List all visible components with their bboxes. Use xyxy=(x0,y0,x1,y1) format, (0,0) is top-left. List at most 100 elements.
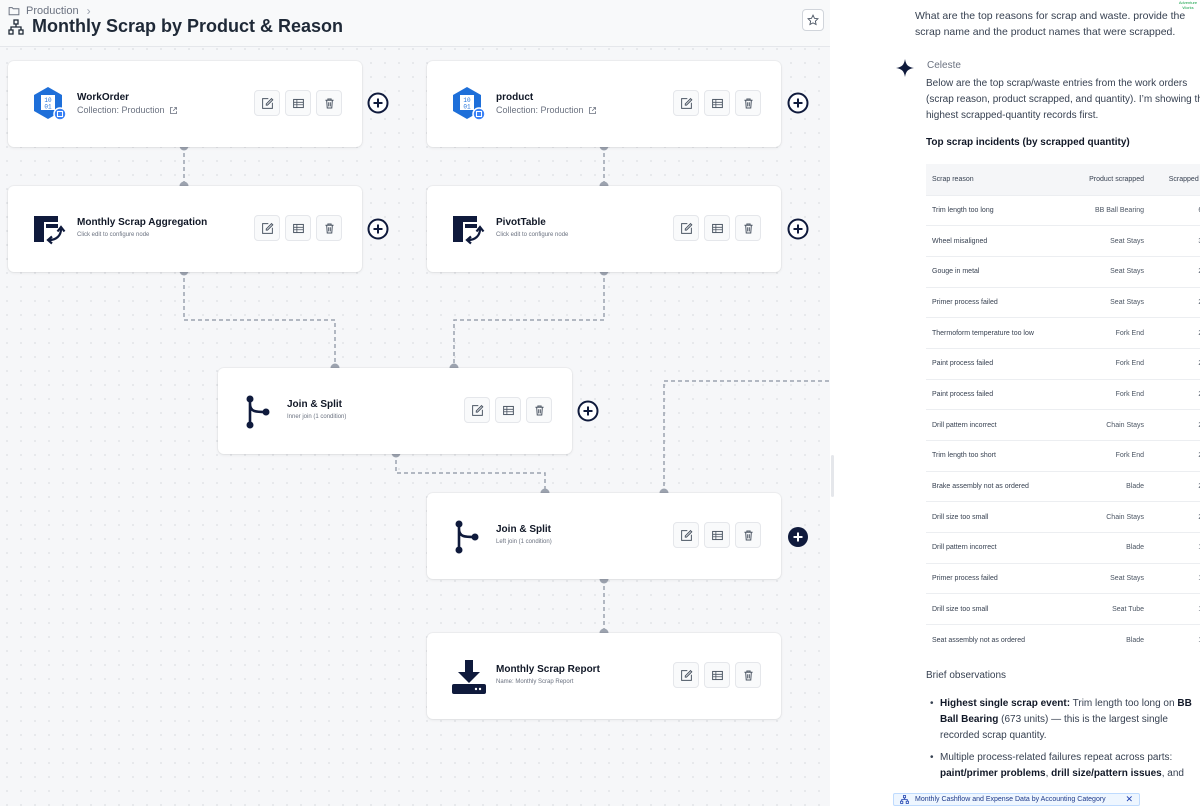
table-row: Drill size too smallSeat Tube180 xyxy=(926,593,1200,625)
table-cell-qty: 270 xyxy=(1150,317,1200,349)
external-link-icon[interactable] xyxy=(588,106,597,115)
table-row: Brake assembly not as orderedBlade203 xyxy=(926,470,1200,502)
table-icon xyxy=(711,530,723,540)
table-cell-qty: 180 xyxy=(1150,593,1200,625)
edit-button[interactable] xyxy=(464,397,490,423)
edit-button[interactable] xyxy=(673,215,699,241)
node-text: Join & Split Inner join (1 condition) xyxy=(287,399,346,420)
panel-resize-handle[interactable] xyxy=(831,455,834,497)
table-row: Drill pattern incorrectBlade197 xyxy=(926,532,1200,564)
table-row: Drill pattern incorrectChain Stays241 xyxy=(926,409,1200,441)
table-view-button[interactable] xyxy=(704,215,730,241)
table-cell-qty: 239 xyxy=(1150,440,1200,472)
node-title: Join & Split xyxy=(496,524,551,535)
assistant-header: Celeste xyxy=(895,58,961,78)
node-subtitle: Name: Monthly Scrap Report xyxy=(496,679,574,685)
node-aggregation[interactable]: Monthly Scrap Aggregation Click edit to … xyxy=(8,186,362,272)
table-cell-product: Chain Stays xyxy=(1067,409,1150,441)
edit-icon xyxy=(680,222,692,234)
table-view-button[interactable] xyxy=(704,90,730,116)
node-title: Monthly Scrap Report xyxy=(496,664,600,675)
node-workorder[interactable]: 10 01 WorkOrder Collection: Production xyxy=(8,61,362,147)
node-actions xyxy=(673,662,761,688)
edit-button[interactable] xyxy=(673,90,699,116)
edit-icon xyxy=(471,404,483,416)
edit-icon xyxy=(680,529,692,541)
add-node-button[interactable] xyxy=(577,400,599,422)
node-subtitle: Inner join (1 condition) xyxy=(287,414,347,420)
table-row: Paint process failedFork End260 xyxy=(926,378,1200,410)
table-view-button[interactable] xyxy=(285,90,311,116)
table-cell-qty: 203 xyxy=(1150,470,1200,502)
node-title: Join & Split xyxy=(287,399,342,410)
close-icon[interactable]: ✕ xyxy=(1125,794,1133,805)
delete-button[interactable] xyxy=(316,215,342,241)
list-item: Multiple process-related failures repeat… xyxy=(930,750,1200,782)
edge-aggregation-join1 xyxy=(183,271,336,368)
node-actions xyxy=(464,397,552,423)
node-join-left[interactable]: Join & Split Left join (1 condition) xyxy=(427,493,781,579)
plus-circle-icon xyxy=(367,218,389,240)
transform-table-icon xyxy=(453,216,485,245)
trash-icon xyxy=(324,98,334,108)
delete-button[interactable] xyxy=(735,662,761,688)
delete-button[interactable] xyxy=(735,215,761,241)
favorite-button[interactable] xyxy=(802,9,824,31)
add-node-button[interactable] xyxy=(787,218,809,240)
node-product[interactable]: 10 01 product Collection: Production xyxy=(427,61,781,147)
table-cell-qty: 269 xyxy=(1150,347,1200,380)
node-actions xyxy=(673,215,761,241)
table-cell-reason: Wheel misaligned xyxy=(926,225,1068,257)
observations-title: Brief observations xyxy=(926,670,1007,681)
table-title: Top scrap incidents (by scrapped quantit… xyxy=(926,137,1130,148)
delete-button[interactable] xyxy=(735,522,761,548)
external-link-icon[interactable] xyxy=(169,106,178,115)
context-chip[interactable]: Monthly Cashflow and Expense Data by Acc… xyxy=(893,793,1140,806)
node-actions xyxy=(673,90,761,116)
edit-icon xyxy=(261,222,273,234)
table-view-button[interactable] xyxy=(285,215,311,241)
table-view-button[interactable] xyxy=(704,522,730,548)
table-view-button[interactable] xyxy=(495,397,521,423)
pipeline-canvas[interactable]: Production › Monthly Scrap by Product & … xyxy=(0,0,830,806)
sparkle-icon xyxy=(896,59,914,77)
add-node-button[interactable] xyxy=(787,92,809,114)
node-text: Monthly Scrap Aggregation Click edit to … xyxy=(77,217,207,238)
node-join-inner[interactable]: Join & Split Inner join (1 condition) xyxy=(218,368,572,454)
edit-icon xyxy=(261,97,273,109)
table-row: Wheel misalignedSeat Stays314 xyxy=(926,225,1200,257)
table-row: Drill size too smallChain Stays202 xyxy=(926,501,1200,533)
table-cell-product: Blade xyxy=(1067,470,1150,502)
delete-button[interactable] xyxy=(735,90,761,116)
table-row: Thermoform temperature too lowFork End27… xyxy=(926,317,1200,349)
table-cell-reason: Trim length too long xyxy=(926,194,1068,226)
chat-panel: Adventure Works What are the top reasons… xyxy=(885,0,1200,806)
add-node-button[interactable] xyxy=(367,218,389,240)
edit-button[interactable] xyxy=(254,215,280,241)
add-node-button-active[interactable] xyxy=(787,526,809,548)
page-title: Monthly Scrap by Product & Reason xyxy=(32,16,344,36)
observations-list: Highest single scrap event: Trim length … xyxy=(930,696,1200,788)
delete-button[interactable] xyxy=(316,90,342,116)
add-node-button[interactable] xyxy=(367,92,389,114)
table-row: Trim length too shortFork End239 xyxy=(926,440,1200,472)
plus-circle-filled-icon xyxy=(788,527,808,547)
node-report[interactable]: Monthly Scrap Report Name: Monthly Scrap… xyxy=(427,633,781,719)
edit-button[interactable] xyxy=(673,522,699,548)
table-cell-product: Chain Stays xyxy=(1067,501,1150,533)
edit-button[interactable] xyxy=(673,662,699,688)
delete-button[interactable] xyxy=(526,397,552,423)
node-pivot-table[interactable]: PivotTable Click edit to configure node xyxy=(427,186,781,272)
table-icon xyxy=(292,98,304,108)
table-row: Trim length too longBB Ball Bearing673 xyxy=(926,194,1200,226)
sitemap-icon xyxy=(8,18,24,35)
git-merge-icon xyxy=(246,395,270,429)
table-icon xyxy=(711,98,723,108)
edit-button[interactable] xyxy=(254,90,280,116)
edge-pivot-join1 xyxy=(453,271,605,368)
user-message: What are the top reasons for scrap and w… xyxy=(915,10,1186,38)
plus-circle-icon xyxy=(367,92,389,114)
table-cell-reason: Paint process failed xyxy=(926,347,1068,380)
trash-icon xyxy=(324,223,334,233)
table-view-button[interactable] xyxy=(704,662,730,688)
